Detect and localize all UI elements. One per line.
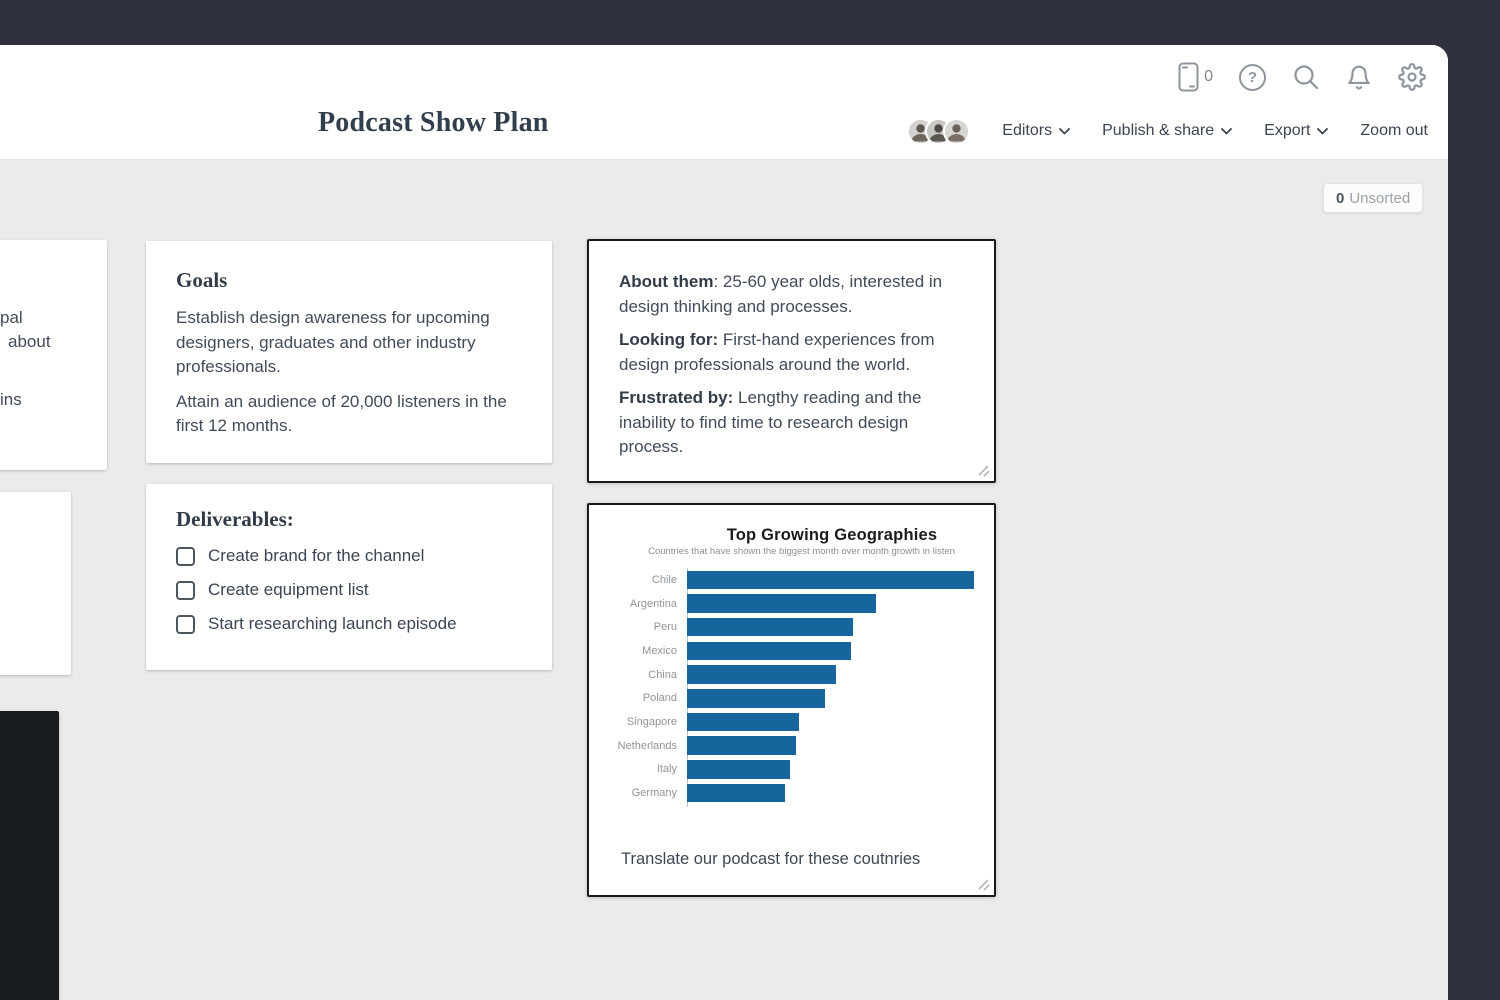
goals-heading: Goals xyxy=(176,268,522,293)
chart-subtitle: Countries that have shown the biggest mo… xyxy=(609,546,994,557)
chart-bar xyxy=(687,713,799,732)
unsorted-count: 0 xyxy=(1336,190,1344,207)
chart-bar-row: Singapore xyxy=(589,710,994,734)
chart-category-label: Poland xyxy=(589,692,677,704)
checklist-label: Create brand for the channel xyxy=(208,546,424,566)
chart-category-label: Peru xyxy=(589,621,677,633)
app-panel: Podcast Show Plan 0 ? xyxy=(0,45,1448,1000)
editors-label: Editors xyxy=(1002,122,1052,140)
text-fragment: ins xyxy=(0,390,22,410)
mobile-device-icon xyxy=(1178,62,1199,92)
resize-handle-icon[interactable] xyxy=(976,463,990,477)
checklist-label: Start researching launch episode xyxy=(208,614,457,634)
settings-button[interactable] xyxy=(1398,63,1426,91)
chart-category-label: Italy xyxy=(589,763,677,775)
mobile-device-button[interactable]: 0 xyxy=(1178,62,1213,92)
chart-bar-row: China xyxy=(589,663,994,687)
chart-title: Top Growing Geographies xyxy=(687,526,977,545)
unsorted-label: Unsorted xyxy=(1349,190,1410,207)
export-label: Export xyxy=(1264,122,1310,140)
chart-category-label: China xyxy=(589,669,677,681)
help-button[interactable]: ? xyxy=(1239,64,1266,91)
text-fragment: about xyxy=(8,332,51,352)
chart-bar xyxy=(687,784,785,803)
search-button[interactable] xyxy=(1292,63,1320,91)
chevron-down-icon xyxy=(1059,128,1070,135)
chart-bar-row: Germany xyxy=(589,781,994,805)
chart-bar xyxy=(687,760,790,779)
goals-paragraph: Establish design awareness for upcoming … xyxy=(176,306,522,380)
chart-plot: Chile Argentina Peru Mexico China Poland Singa… xyxy=(589,568,994,805)
audience-paragraph: Looking for: First-hand experiences from… xyxy=(619,328,964,377)
editors-dropdown[interactable]: Editors xyxy=(1002,122,1070,140)
bell-icon xyxy=(1346,63,1372,92)
app-header: Podcast Show Plan 0 ? xyxy=(0,45,1448,160)
checklist-item: Start researching launch episode xyxy=(176,614,522,634)
chevron-down-icon xyxy=(1317,128,1328,135)
chart-bar-row: Netherlands xyxy=(589,734,994,758)
page-title[interactable]: Podcast Show Plan xyxy=(318,107,549,139)
partial-blank-card[interactable] xyxy=(0,492,71,675)
header-toolbar: Editors Publish & share Export xyxy=(907,114,1428,148)
audience-card[interactable]: About them: 25-60 year olds, interested … xyxy=(587,239,996,483)
zoom-out-button[interactable]: Zoom out xyxy=(1360,122,1428,140)
chart-bar xyxy=(687,571,974,590)
chart-bar-row: Peru xyxy=(589,615,994,639)
publish-share-dropdown[interactable]: Publish & share xyxy=(1102,122,1232,140)
chart-category-label: Chile xyxy=(589,574,677,586)
chart-category-label: Argentina xyxy=(589,598,677,610)
notifications-button[interactable] xyxy=(1346,63,1372,92)
help-icon: ? xyxy=(1239,64,1266,91)
checkbox[interactable] xyxy=(176,547,195,566)
chart-bar xyxy=(687,594,876,613)
partial-text-card[interactable]: pal about ins xyxy=(0,240,107,470)
app-window: Podcast Show Plan 0 ? xyxy=(0,0,1500,1000)
gear-icon xyxy=(1398,63,1426,91)
goals-card[interactable]: Goals Establish design awareness for upc… xyxy=(146,241,552,463)
chart-category-label: Netherlands xyxy=(589,740,677,752)
chart-caption: Translate our podcast for these coutnrie… xyxy=(621,850,920,869)
chart-bar xyxy=(687,736,796,755)
chart-category-label: Germany xyxy=(589,787,677,799)
text-fragment: pal xyxy=(0,308,23,328)
chart-bar xyxy=(687,618,853,637)
checklist-item: Create equipment list xyxy=(176,580,522,600)
chart-bar xyxy=(687,665,836,684)
deliverables-card[interactable]: Deliverables: Create brand for the chann… xyxy=(146,484,552,670)
chart-card[interactable]: Top Growing Geographies Countries that h… xyxy=(587,503,996,897)
chart-bar-row: Mexico xyxy=(589,639,994,663)
chart-bar xyxy=(687,689,825,708)
header-icon-row: 0 ? xyxy=(1178,61,1426,93)
unsorted-badge[interactable]: 0 Unsorted xyxy=(1323,183,1423,213)
editor-avatars[interactable] xyxy=(907,118,970,145)
export-dropdown[interactable]: Export xyxy=(1264,122,1328,140)
audience-paragraph: Frustrated by: Lengthy reading and the i… xyxy=(619,386,964,460)
chart-category-label: Singapore xyxy=(589,716,677,728)
chart-bar xyxy=(687,642,851,661)
publish-share-label: Publish & share xyxy=(1102,122,1214,140)
chart-category-label: Mexico xyxy=(589,645,677,657)
zoom-out-label: Zoom out xyxy=(1360,122,1428,140)
avatar xyxy=(943,118,970,145)
chart-bar-row: Chile xyxy=(589,568,994,592)
checklist-label: Create equipment list xyxy=(208,580,369,600)
board-canvas[interactable]: 0 Unsorted pal about ins Goals Establish… xyxy=(0,160,1448,1000)
mobile-device-count: 0 xyxy=(1204,68,1213,86)
chart-bar-row: Poland xyxy=(589,686,994,710)
checklist-item: Create brand for the channel xyxy=(176,546,522,566)
chart-bar-row: Italy xyxy=(589,758,994,782)
chart-bar-row: Argentina xyxy=(589,592,994,616)
goals-paragraph: Attain an audience of 20,000 listeners i… xyxy=(176,390,522,439)
deliverables-heading: Deliverables: xyxy=(176,507,522,532)
audience-paragraph: About them: 25-60 year olds, interested … xyxy=(619,270,964,319)
chevron-down-icon xyxy=(1221,128,1232,135)
partial-dark-image-card[interactable] xyxy=(0,711,59,1000)
checkbox[interactable] xyxy=(176,615,195,634)
checkbox[interactable] xyxy=(176,581,195,600)
search-icon xyxy=(1292,63,1320,91)
resize-handle-icon[interactable] xyxy=(976,877,990,891)
